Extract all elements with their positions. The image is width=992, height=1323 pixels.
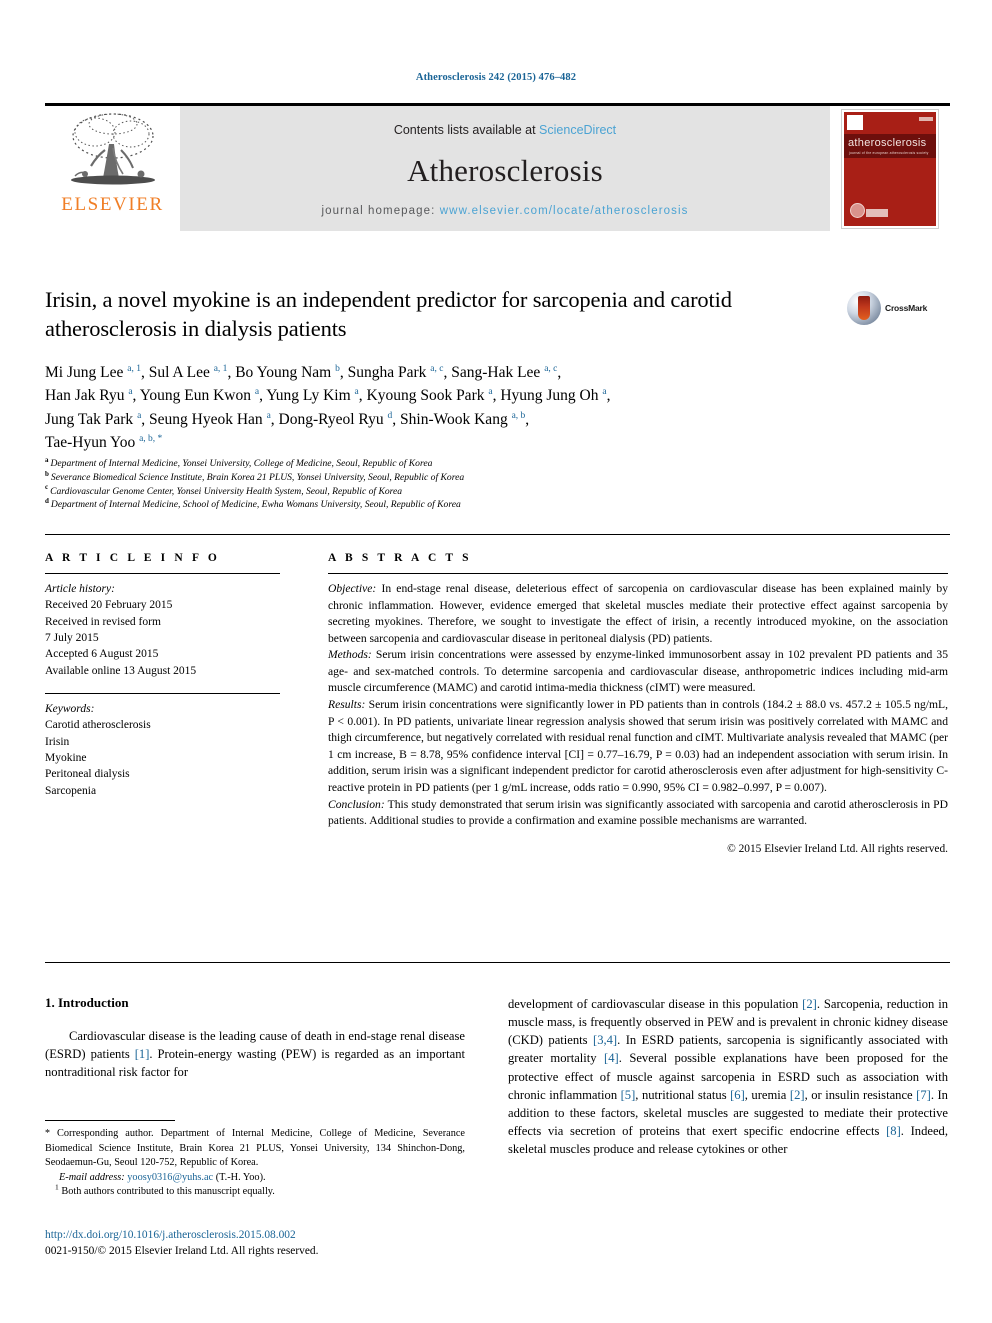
abstract-body: Objective: In end-stage renal disease, d… <box>328 581 948 857</box>
keywords-rule <box>45 692 280 694</box>
journal-cover-thumbnail: atherosclerosis journal of the european … <box>830 106 950 231</box>
abstract-text-conclusion: This study demonstrated that serum irisi… <box>328 797 948 828</box>
journal-masthead: ELSEVIER Contents lists available at Sci… <box>45 103 950 234</box>
affiliation-marker: c <box>45 483 49 492</box>
affiliation-item: a Department of Internal Medicine, Yonsei… <box>45 455 825 471</box>
abstract-heading: A B S T R A C T S <box>328 552 472 564</box>
footnote-block: * Corresponding author. Department of In… <box>45 1120 465 1200</box>
keyword-item: Carotid atherosclerosis <box>45 719 151 732</box>
email-suffix: (T.-H. Yoo). <box>215 1171 266 1183</box>
article-history-item: Received 20 February 2015 <box>45 599 173 612</box>
body-column-right: development of cardiovascular disease in… <box>508 995 948 1158</box>
introduction-paragraph-left: Cardiovascular disease is the leading ca… <box>45 1029 465 1080</box>
crossmark-badge[interactable]: CrossMark <box>847 287 947 329</box>
article-history-item: Available online 13 August 2015 <box>45 664 197 677</box>
journal-title: Atherosclerosis <box>407 152 603 188</box>
contents-available-line: Contents lists available at ScienceDirec… <box>394 123 616 137</box>
cover-top-right-mark-icon <box>919 116 933 121</box>
abstract-paragraph-results: Results: Serum irisin concentrations wer… <box>328 697 948 796</box>
email-label: E-mail address: <box>59 1171 125 1183</box>
corresponding-author-note: * Corresponding author. Department of In… <box>45 1128 465 1169</box>
email-link[interactable]: yoosy0316@yuhs.ac <box>127 1172 213 1183</box>
affiliation-item: b Severance Biomedical Science Institute,… <box>45 469 825 485</box>
keywords-block: Keywords: Carotid atherosclerosis Irisin… <box>45 692 280 799</box>
abstract-copyright: © 2015 Elsevier Ireland Ltd. All rights … <box>727 842 948 855</box>
equal-contribution-note: 1 Both authors contributed to this manus… <box>55 1183 275 1198</box>
affiliation-text: Department of Internal Medicine, School … <box>50 499 461 511</box>
cover-elsevier-mark-icon <box>847 114 863 130</box>
doi-link[interactable]: http://dx.doi.org/10.1016/j.atherosclero… <box>45 1228 505 1244</box>
cover-journal-subtitle: journal of the european atherosclerosis … <box>849 150 929 155</box>
article-history-item: Accepted 6 August 2015 <box>45 648 159 661</box>
article-history-label: Article history: <box>45 583 115 595</box>
abstract-label-conclusion: Conclusion: <box>328 797 385 811</box>
page-title: Irisin, a novel myokine is an independen… <box>45 287 732 342</box>
abstract-label-objective: Objective: <box>328 582 377 595</box>
abstract-text-results: Serum irisin concentrations were signifi… <box>328 698 948 794</box>
crossmark-label: CrossMark <box>885 303 928 313</box>
affiliation-item: d Department of Internal Medicine, School… <box>45 498 825 512</box>
abstract-bottom-rule <box>45 962 950 963</box>
abstract-rule <box>328 573 948 574</box>
abstract-paragraph-conclusion: Conclusion: This study demonstrated that… <box>328 797 948 830</box>
elsevier-tree-icon <box>65 110 161 194</box>
masthead-center: Contents lists available at ScienceDirec… <box>180 106 830 231</box>
affiliation-text: Severance Biomedical Science Institute, … <box>50 471 465 483</box>
abstract-text-objective: In end-stage renal disease, deleterious … <box>328 582 948 645</box>
issn-copyright-line: 0021-9150/© 2015 Elsevier Ireland Ltd. A… <box>45 1244 319 1257</box>
article-info-heading: A R T I C L E I N F O <box>45 552 220 564</box>
homepage-prefix: journal homepage: <box>321 204 440 217</box>
elsevier-wordmark: ELSEVIER <box>61 194 164 215</box>
keyword-item: Myokine <box>45 751 87 764</box>
introduction-paragraph-right: development of cardiovascular disease in… <box>508 997 948 1156</box>
affiliation-item: c Cardiovascular Genome Center, Yonsei Un… <box>45 483 825 499</box>
affiliation-text: Cardiovascular Genome Center, Yonsei Uni… <box>50 485 403 497</box>
keywords-label: Keywords: <box>45 702 95 715</box>
email-note: E-mail address: yoosy0316@yuhs.ac (T.-H.… <box>45 1171 465 1186</box>
abstract-label-results: Results: <box>328 698 366 712</box>
affiliation-list: a Department of Internal Medicine, Yonsei… <box>45 455 825 512</box>
author-list: Mi Jung Lee a, 1, Sul A Lee a, 1, Bo You… <box>45 363 611 452</box>
affiliation-marker: b <box>45 469 49 478</box>
cover-society-seal-icon <box>850 202 865 218</box>
abstract-label-methods: Methods: <box>328 648 372 662</box>
affiliation-marker: a <box>45 455 49 464</box>
keyword-item: Irisin <box>45 735 70 748</box>
cover-society-name-block <box>866 208 888 217</box>
footer-doi-block: http://dx.doi.org/10.1016/j.atherosclero… <box>45 1228 505 1260</box>
article-history-item: Received in revised form <box>45 615 161 628</box>
introduction-heading: 1. Introduction <box>45 995 129 1010</box>
journal-homepage-link[interactable]: www.elsevier.com/locate/atherosclerosis <box>440 205 689 217</box>
keyword-item: Peritoneal dialysis <box>45 768 130 781</box>
article-info-rule <box>45 573 280 574</box>
running-head: Atherosclerosis 242 (2015) 476–482 <box>415 72 577 83</box>
journal-homepage-line: journal homepage: www.elsevier.com/locat… <box>322 205 689 217</box>
contents-prefix: Contents lists available at <box>393 122 540 137</box>
affiliation-marker: d <box>45 497 49 506</box>
crossmark-icon <box>847 291 881 325</box>
sciencedirect-link[interactable]: ScienceDirect <box>539 123 616 137</box>
abstract-paragraph-objective: Objective: In end-stage renal disease, d… <box>328 581 948 647</box>
body-column-left: 1. Introduction Cardiovascular disease i… <box>45 995 465 1081</box>
footnote-rule <box>45 1120 175 1121</box>
journal-article-page: Atherosclerosis 242 (2015) 476–482 ELSEV… <box>0 0 992 1323</box>
abstract-section: A B S T R A C T S Objective: In end-stag… <box>328 552 948 857</box>
keyword-item: Sarcopenia <box>45 784 97 797</box>
abstract-top-rule <box>45 534 950 535</box>
article-info-section: A R T I C L E I N F O Article history: R… <box>45 552 280 799</box>
elsevier-logo: ELSEVIER <box>45 106 180 231</box>
affiliation-text: Department of Internal Medicine, Yonsei … <box>50 458 433 469</box>
article-history-item: 7 July 2015 <box>45 631 99 644</box>
cover-journal-title: atherosclerosis <box>848 136 927 149</box>
title-and-authors: Irisin, a novel myokine is an independen… <box>45 285 845 455</box>
abstract-paragraph-methods: Methods: Serum irisin concentrations wer… <box>328 647 948 697</box>
abstract-text-methods: Serum irisin concentrations were assesse… <box>328 648 948 695</box>
